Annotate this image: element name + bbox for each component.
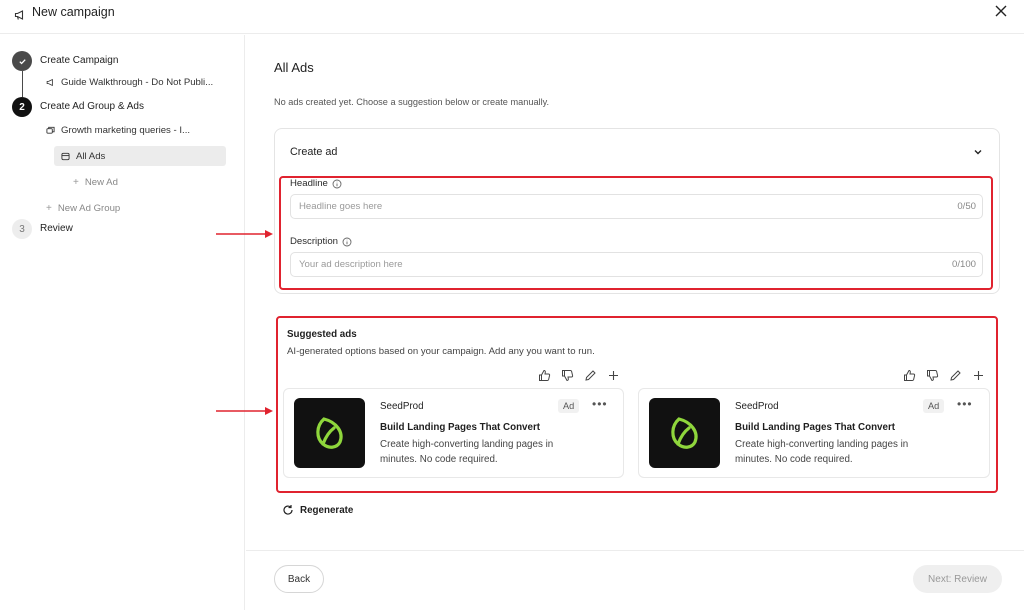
ad-actions-2 [903, 369, 985, 382]
sidebar: Create Campaign Guide Walkthrough - Do N… [0, 35, 245, 610]
brand-logo [294, 398, 365, 468]
main-content: All Ads No ads created yet. Choose a sug… [246, 35, 1024, 550]
suggested-ad-card[interactable]: SeedProd Ad ••• Build Landing Pages That… [638, 388, 990, 478]
ad-badge: Ad [923, 399, 945, 413]
headline-counter: 0/50 [957, 201, 976, 212]
headline-label: Headline [290, 178, 342, 189]
new-ad-group-link[interactable]: + New Ad Group [46, 203, 120, 214]
sidebar-item-campaign-label: Guide Walkthrough - Do Not Publi... [61, 77, 214, 88]
ad-brand: SeedProd [380, 401, 424, 412]
ad-badge: Ad [558, 399, 580, 413]
ad-actions-1 [538, 369, 620, 382]
step-create-ad-group[interactable]: Create Ad Group & Ads [40, 101, 144, 112]
description-input[interactable] [299, 253, 852, 276]
leaf-icon [315, 417, 343, 449]
leaf-icon [670, 417, 698, 449]
more-options-icon[interactable]: ••• [592, 397, 608, 411]
edit-icon[interactable] [584, 369, 597, 382]
description-label: Description [290, 236, 352, 247]
new-ad-link[interactable]: + New Ad [73, 177, 118, 188]
ad-headline: Build Landing Pages That Convert [380, 422, 541, 433]
step-2-badge: 2 [12, 97, 32, 117]
sidebar-item-ad-group[interactable]: Growth marketing queries - I... [46, 125, 190, 136]
info-icon [332, 179, 342, 188]
step-review[interactable]: Review [40, 223, 73, 234]
headline-label-text: Headline [290, 178, 328, 189]
info-icon [342, 237, 352, 246]
sidebar-item-all-ads[interactable]: All Ads [54, 146, 226, 166]
new-ad-group-label: New Ad Group [57, 203, 121, 214]
headline-field[interactable]: 0/50 [290, 194, 983, 219]
headline-input[interactable] [299, 195, 852, 218]
new-ad-label: New Ad [84, 177, 118, 188]
ad-description: Create high-converting landing pages in … [380, 439, 554, 465]
more-options-icon[interactable]: ••• [957, 397, 973, 411]
refresh-icon [283, 505, 293, 515]
ad-headline: Build Landing Pages That Convert [735, 422, 896, 433]
megaphone-icon [14, 10, 24, 20]
plus-icon: + [46, 203, 52, 214]
description-label-text: Description [290, 236, 338, 247]
sidebar-item-all-ads-label: All Ads [76, 150, 106, 162]
ad-description: Create high-converting landing pages in … [735, 439, 909, 465]
regenerate-button[interactable]: Regenerate [282, 504, 353, 516]
page-subtitle: No ads created yet. Choose a suggestion … [274, 97, 550, 107]
thumbs-down-icon[interactable] [926, 369, 939, 382]
back-button[interactable]: Back [274, 565, 324, 593]
chevron-down-icon[interactable] [973, 147, 983, 157]
thumbs-up-icon[interactable] [538, 369, 551, 382]
megaphone-icon [46, 78, 53, 87]
step-connector [22, 71, 23, 97]
add-icon[interactable] [607, 369, 620, 382]
close-icon[interactable] [993, 3, 1009, 19]
edit-icon[interactable] [949, 369, 962, 382]
layers-icon [46, 126, 55, 134]
footer-bar: Back Next: Review [246, 550, 1024, 610]
suggested-ads-title: Suggested ads [287, 329, 357, 340]
plus-icon: + [73, 177, 79, 188]
step-create-campaign[interactable]: Create Campaign [40, 55, 118, 66]
brand-logo [649, 398, 720, 468]
header-bar: New campaign [0, 0, 1024, 34]
page-title: All Ads [274, 60, 314, 75]
annotation-arrow-suggested [216, 407, 273, 415]
thumbs-up-icon[interactable] [903, 369, 916, 382]
annotation-arrow-fields [216, 230, 273, 238]
suggested-ads-subtitle: AI-generated options based on your campa… [287, 346, 595, 357]
thumbs-down-icon[interactable] [561, 369, 574, 382]
sidebar-item-campaign[interactable]: Guide Walkthrough - Do Not Publi... [46, 77, 213, 88]
ad-brand: SeedProd [735, 401, 779, 412]
suggested-ad-card[interactable]: SeedProd Ad ••• Build Landing Pages That… [283, 388, 624, 478]
create-ad-header[interactable]: Create ad [290, 146, 337, 158]
next-review-button[interactable]: Next: Review [913, 565, 1002, 593]
regenerate-label: Regenerate [300, 504, 354, 516]
step-3-badge: 3 [12, 219, 32, 239]
ad-icon [61, 152, 70, 160]
description-counter: 0/100 [951, 259, 976, 270]
add-icon[interactable] [972, 369, 985, 382]
sidebar-item-ad-group-label: Growth marketing queries - I... [61, 125, 191, 136]
description-field[interactable]: 0/100 [290, 252, 983, 277]
window-title: New campaign [32, 5, 115, 19]
step-1-check-icon [12, 51, 32, 71]
